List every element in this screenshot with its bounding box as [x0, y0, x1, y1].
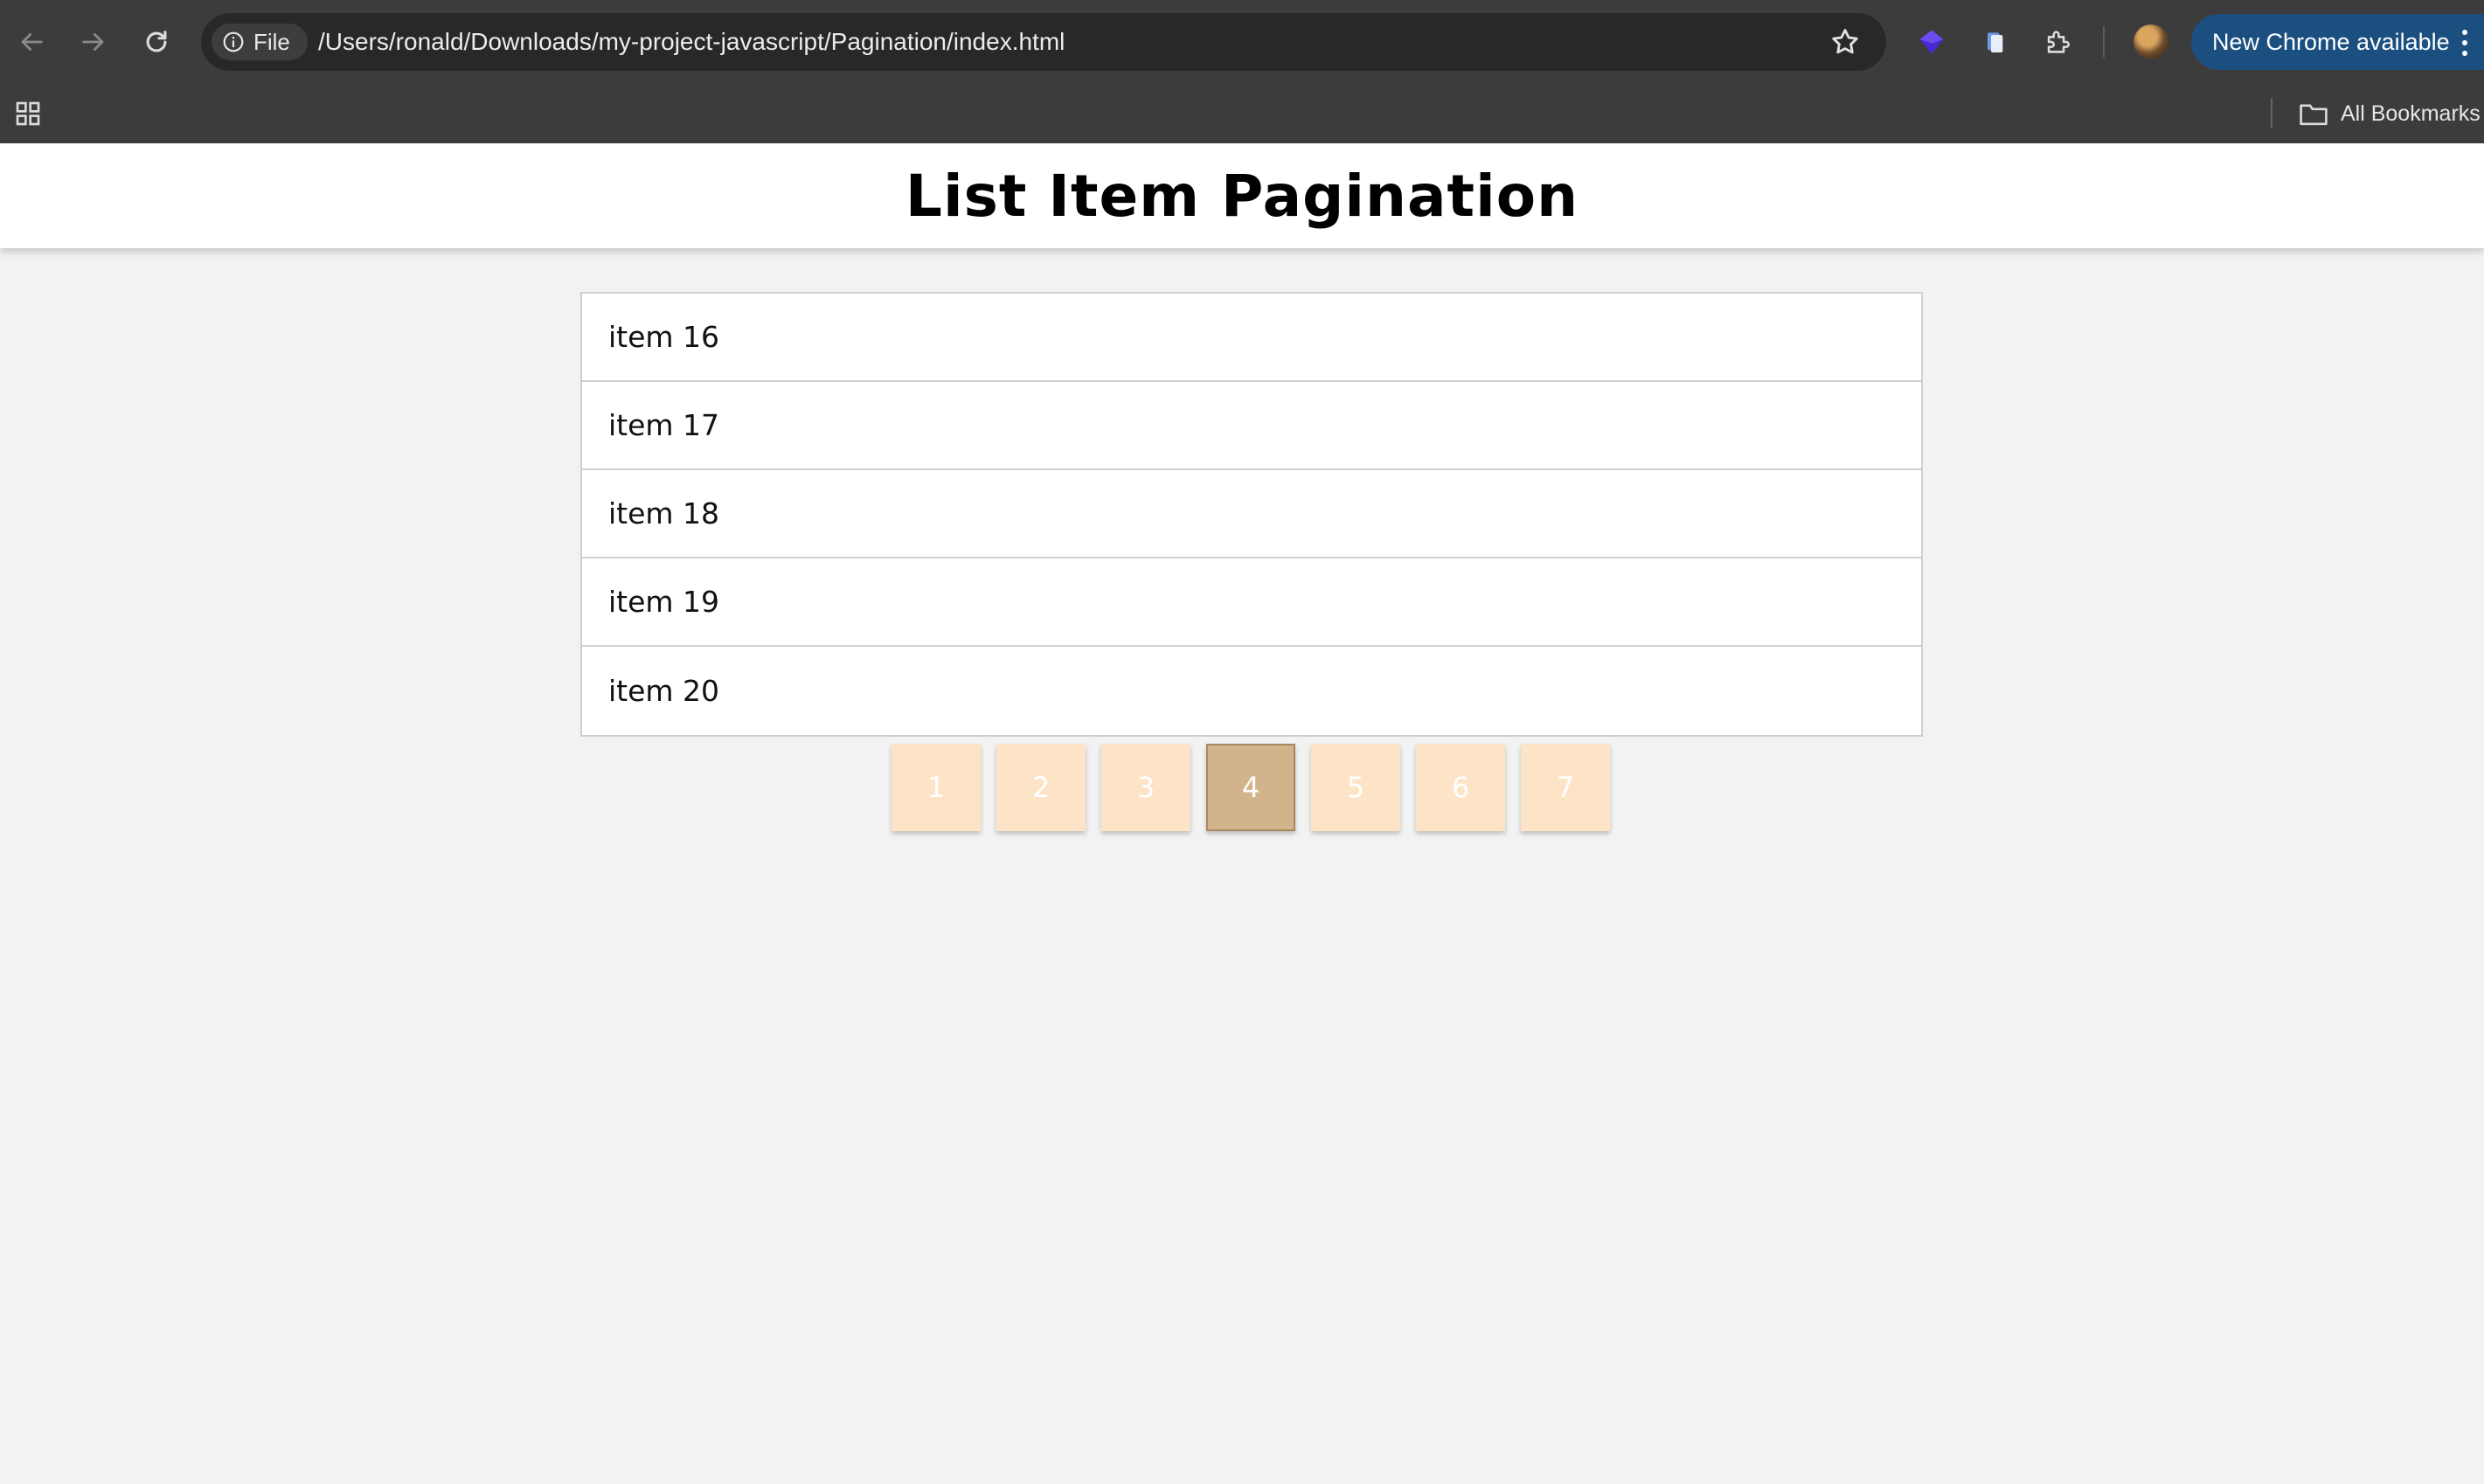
bookmarks-divider: [2271, 98, 2272, 128]
list-item: item 16: [582, 294, 1921, 382]
list-item: item 17: [582, 382, 1921, 470]
bookmarks-bar: All Bookmarks: [0, 84, 2484, 143]
profile-avatar[interactable]: [2134, 24, 2168, 59]
extension-document-icon[interactable]: [1977, 24, 2012, 59]
all-bookmarks-label: All Bookmarks: [2341, 101, 2481, 126]
page-button-4[interactable]: 4: [1206, 744, 1295, 831]
address-bar[interactable]: File /Users/ronald/Downloads/my-project-…: [201, 13, 1886, 71]
url-scheme-label: File: [253, 28, 290, 55]
item-list: item 16 item 17 item 18 item 19 item 20: [580, 292, 1923, 737]
page-title: List Item Pagination: [905, 162, 1579, 230]
url-text[interactable]: /Users/ronald/Downloads/my-project-javas…: [318, 13, 1065, 71]
more-menu-icon[interactable]: [2461, 28, 2468, 58]
all-bookmarks-button[interactable]: All Bookmarks: [2299, 84, 2481, 143]
arrow-left-icon: [21, 33, 43, 51]
web-page: List Item Pagination item 16 item 17 ite…: [0, 143, 2484, 1484]
info-icon: [223, 31, 244, 52]
page-button-7[interactable]: 7: [1521, 744, 1610, 831]
back-button[interactable]: [12, 23, 51, 61]
extension-purple-icon[interactable]: [1914, 24, 1949, 59]
bookmark-star-icon[interactable]: [1828, 25, 1862, 59]
page-button-6[interactable]: 6: [1416, 744, 1505, 831]
reload-icon: [146, 31, 167, 52]
apps-grid-icon[interactable]: [14, 100, 42, 128]
page-button-3[interactable]: 3: [1101, 744, 1190, 831]
page-button-2[interactable]: 2: [996, 744, 1086, 831]
reload-button[interactable]: [137, 23, 176, 61]
page-button-5[interactable]: 5: [1311, 744, 1400, 831]
toolbar-divider: [2103, 26, 2105, 58]
page-button-1[interactable]: 1: [892, 744, 981, 831]
list-item: item 19: [582, 558, 1921, 647]
forward-button[interactable]: [74, 23, 113, 61]
pagination: 1 2 3 4 5 6 7: [892, 744, 1610, 831]
list-item: item 20: [608, 674, 720, 708]
browser-toolbar: File /Users/ronald/Downloads/my-project-…: [0, 0, 2484, 84]
page-header: List Item Pagination: [0, 143, 2484, 248]
list-item: item 18: [582, 470, 1921, 558]
folder-icon: [2300, 104, 2328, 126]
new-chrome-available-button[interactable]: New Chrome available: [2191, 14, 2484, 70]
arrow-right-icon: [82, 33, 104, 51]
site-info-chip[interactable]: File: [212, 24, 308, 60]
extensions-puzzle-icon[interactable]: [2040, 24, 2075, 59]
